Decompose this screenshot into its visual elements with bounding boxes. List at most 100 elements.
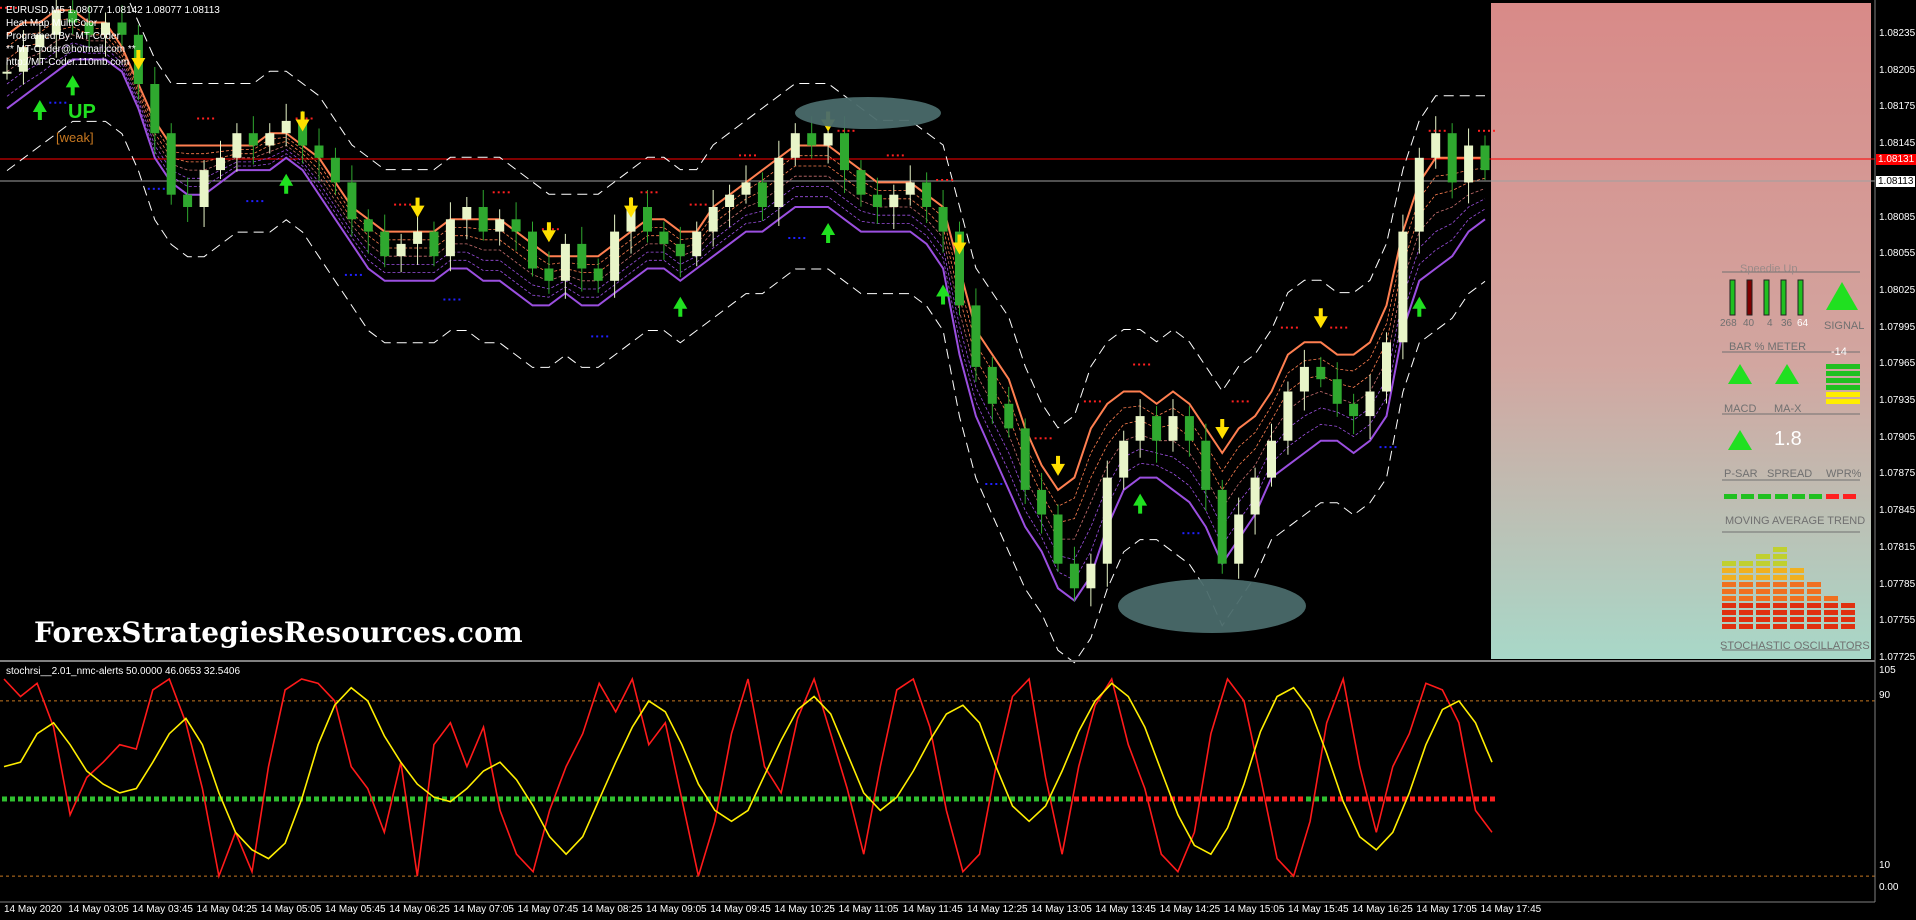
candle-body[interactable] bbox=[380, 231, 390, 257]
candle-body[interactable] bbox=[495, 219, 505, 232]
candle-body[interactable] bbox=[708, 207, 718, 232]
candle-body[interactable] bbox=[1398, 231, 1408, 343]
candle-body[interactable] bbox=[166, 133, 176, 195]
candle-body[interactable] bbox=[823, 133, 833, 146]
price-axis-label: 1.07995 bbox=[1879, 321, 1916, 333]
candle-body[interactable] bbox=[1431, 133, 1441, 158]
candle-body[interactable] bbox=[774, 157, 784, 207]
candle-body[interactable] bbox=[347, 182, 357, 220]
candle-body[interactable] bbox=[1086, 563, 1096, 589]
sar-dot bbox=[596, 335, 599, 338]
candle-body[interactable] bbox=[413, 231, 423, 244]
trend-midline-dot bbox=[474, 796, 479, 802]
candle-body[interactable] bbox=[905, 182, 915, 195]
candle-body[interactable] bbox=[560, 243, 570, 281]
candle-body[interactable] bbox=[429, 231, 439, 257]
candle-body[interactable] bbox=[216, 157, 225, 171]
candle-body[interactable] bbox=[1135, 416, 1145, 441]
stoch-eq-cell bbox=[1773, 554, 1787, 559]
trend-midline-dot bbox=[50, 796, 55, 802]
candle-body[interactable] bbox=[790, 133, 800, 158]
stoch-eq-cell bbox=[1739, 603, 1753, 608]
trend-midline-dot bbox=[602, 796, 607, 802]
candle-body[interactable] bbox=[183, 194, 193, 207]
candle-body[interactable] bbox=[971, 305, 981, 367]
candle-body[interactable] bbox=[1152, 416, 1162, 441]
candle-body[interactable] bbox=[725, 194, 735, 207]
candle-body[interactable] bbox=[856, 170, 866, 195]
candle-body[interactable] bbox=[199, 170, 209, 207]
candle-body[interactable] bbox=[1119, 440, 1129, 478]
candle-body[interactable] bbox=[692, 231, 702, 257]
candle-body[interactable] bbox=[1184, 416, 1194, 441]
chart-canvas[interactable] bbox=[0, 0, 1916, 920]
candle-body[interactable] bbox=[675, 243, 685, 257]
candle-body[interactable] bbox=[150, 84, 160, 134]
candle-body[interactable] bbox=[248, 133, 258, 146]
candle-body[interactable] bbox=[659, 231, 669, 244]
candle-body[interactable] bbox=[757, 182, 767, 207]
sar-dot bbox=[207, 117, 210, 120]
candle-body[interactable] bbox=[445, 219, 455, 257]
candle-body[interactable] bbox=[462, 207, 472, 220]
candle-body[interactable] bbox=[1053, 514, 1063, 564]
sar-dot bbox=[1236, 400, 1239, 403]
candle-body[interactable] bbox=[987, 366, 997, 404]
candle-body[interactable] bbox=[265, 133, 275, 146]
candle-body[interactable] bbox=[511, 219, 521, 232]
candle-body[interactable] bbox=[2, 71, 12, 74]
candle-body[interactable] bbox=[281, 120, 291, 134]
trend-midline-dot bbox=[1106, 796, 1111, 802]
trend-midline-dot bbox=[802, 796, 807, 802]
candle-body[interactable] bbox=[544, 268, 554, 281]
candle-body[interactable] bbox=[872, 194, 882, 207]
trend-midline-dot bbox=[642, 796, 647, 802]
sar-dot bbox=[852, 129, 855, 132]
candle-body[interactable] bbox=[577, 243, 587, 269]
candle-body[interactable] bbox=[396, 243, 406, 257]
candle-body[interactable] bbox=[1447, 133, 1457, 183]
candle-body[interactable] bbox=[1299, 366, 1309, 392]
candle-body[interactable] bbox=[1349, 403, 1359, 417]
candle-body[interactable] bbox=[840, 133, 849, 171]
candle-body[interactable] bbox=[1414, 157, 1424, 232]
candle-body[interactable] bbox=[807, 133, 817, 146]
sar-dot bbox=[502, 191, 505, 194]
candle-body[interactable] bbox=[330, 157, 340, 183]
candle-body[interactable] bbox=[1168, 416, 1178, 441]
candle-body[interactable] bbox=[610, 231, 620, 281]
candle-body[interactable] bbox=[593, 268, 603, 281]
candle-body[interactable] bbox=[1250, 477, 1260, 515]
candle-body[interactable] bbox=[1201, 440, 1211, 490]
candle-body[interactable] bbox=[741, 182, 751, 195]
candle-body[interactable] bbox=[478, 207, 488, 232]
candle-body[interactable] bbox=[1283, 391, 1293, 441]
candle-body[interactable] bbox=[922, 182, 932, 207]
trend-midline-dot bbox=[98, 796, 103, 802]
candle-body[interactable] bbox=[1102, 477, 1112, 564]
candle-body[interactable] bbox=[1316, 366, 1326, 380]
sar-dot bbox=[891, 154, 894, 157]
candle-body[interactable] bbox=[232, 133, 242, 158]
candle-body[interactable] bbox=[643, 207, 652, 232]
candle-body[interactable] bbox=[1217, 489, 1227, 564]
bar-meter-bar bbox=[1797, 279, 1804, 316]
candle-body[interactable] bbox=[1332, 379, 1342, 404]
candle-body[interactable] bbox=[1069, 563, 1079, 589]
candle-body[interactable] bbox=[1480, 145, 1490, 171]
candle-body[interactable] bbox=[363, 219, 373, 232]
candle-body[interactable] bbox=[1267, 440, 1276, 478]
candle-body[interactable] bbox=[528, 231, 537, 269]
candle-body[interactable] bbox=[1464, 145, 1474, 183]
candle-body[interactable] bbox=[1234, 514, 1244, 564]
candle-body[interactable] bbox=[889, 194, 899, 207]
candle-body[interactable] bbox=[1004, 403, 1014, 429]
candle-body[interactable] bbox=[938, 207, 948, 232]
stoch-eq-cell bbox=[1756, 582, 1770, 587]
candle-body[interactable] bbox=[1365, 391, 1375, 417]
candle-body[interactable] bbox=[1037, 489, 1047, 515]
candle-body[interactable] bbox=[1020, 428, 1030, 490]
candle-body[interactable] bbox=[314, 145, 324, 158]
trend-midline-dot bbox=[938, 796, 943, 802]
candle-body[interactable] bbox=[1382, 342, 1391, 392]
